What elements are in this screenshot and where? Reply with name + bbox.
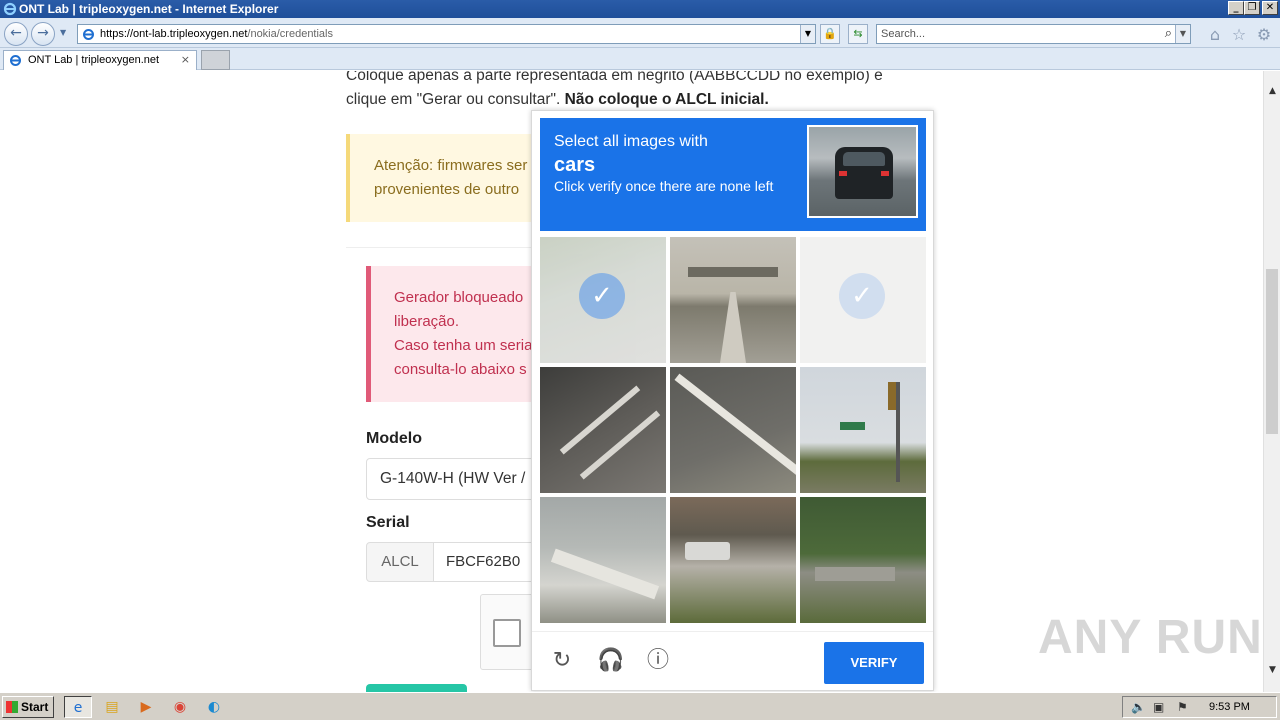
action-center-flag-icon[interactable]: ⚑	[1177, 697, 1188, 717]
captcha-target: cars	[554, 154, 596, 176]
start-label: Start	[21, 700, 49, 714]
minimize-button[interactable]: _	[1228, 1, 1244, 15]
search-dropdown-icon[interactable]: ▼	[1175, 25, 1190, 43]
anyrun-watermark: ANY RUN	[1038, 611, 1263, 664]
tab-bar: ONT Lab | tripleoxygen.net ×	[0, 48, 1280, 70]
verify-button[interactable]: VERIFY	[824, 642, 924, 684]
captcha-prompt: Select all images with	[554, 133, 708, 150]
search-icon[interactable]: ⌕	[1165, 25, 1172, 43]
volume-icon[interactable]: 🔈	[1131, 697, 1146, 717]
captcha-challenge: Select all images with cars Click verify…	[531, 110, 934, 691]
tab-ont-lab[interactable]: ONT Lab | tripleoxygen.net ×	[3, 50, 197, 70]
address-url: https://ont-lab.tripleoxygen.net/nokia/c…	[100, 28, 333, 40]
clock: 9:53 PM	[1209, 701, 1250, 713]
address-dropdown-icon[interactable]: ▼	[800, 25, 815, 43]
scroll-up-icon[interactable]: ▲	[1264, 83, 1280, 100]
forward-button[interactable]: →	[31, 22, 55, 46]
instruction-bold: Não coloque o ALCL inicial.	[564, 91, 769, 108]
navigation-bar: ← → ▼ https://ont-lab.tripleoxygen.net/n…	[0, 18, 1280, 48]
instruction-text: Coloque apenas a parte representada em n…	[346, 71, 906, 112]
address-bar[interactable]: https://ont-lab.tripleoxygen.net/nokia/c…	[77, 24, 816, 44]
info-icon[interactable]: ⓘ	[645, 648, 671, 674]
lock-icon[interactable]: 🔒	[820, 24, 840, 44]
back-button[interactable]: ←	[4, 22, 28, 46]
page-scrollbar[interactable]: ▲ ▼	[1263, 71, 1280, 692]
close-window-button[interactable]: ✕	[1262, 1, 1278, 15]
history-dropdown-icon[interactable]: ▼	[60, 28, 66, 37]
serial-prefix: ALCL	[366, 542, 434, 582]
restore-button[interactable]: ❐	[1244, 1, 1260, 15]
taskbar-ie-icon[interactable]: e	[64, 696, 92, 718]
serial-label: Serial	[366, 514, 410, 531]
windows-flag-icon	[6, 701, 18, 713]
taskbar-explorer-icon[interactable]: ▤	[98, 696, 126, 718]
captcha-tile-3[interactable]: ✓	[800, 237, 926, 363]
taskbar-chrome-icon[interactable]: ◉	[166, 696, 194, 718]
tab-close-icon[interactable]: ×	[181, 51, 190, 69]
captcha-tile-7[interactable]	[540, 497, 666, 623]
captcha-tile-2[interactable]	[670, 237, 796, 363]
start-button[interactable]: Start	[2, 696, 54, 718]
captcha-tile-9[interactable]	[800, 497, 926, 623]
tab-title: ONT Lab | tripleoxygen.net	[28, 54, 160, 66]
car-shape	[835, 147, 893, 199]
scroll-thumb[interactable]	[1266, 269, 1278, 434]
captcha-tile-4[interactable]	[540, 367, 666, 493]
captcha-footer: ↻ 🎧 ⓘ VERIFY	[532, 631, 933, 691]
settings-gear-icon[interactable]: ⚙	[1255, 26, 1273, 44]
captcha-checkbox[interactable]	[493, 619, 521, 647]
window-title: ONT Lab | tripleoxygen.net - Internet Ex…	[19, 2, 279, 16]
selected-check-icon: ✓	[579, 273, 625, 319]
new-tab-button[interactable]	[201, 50, 230, 70]
modelo-label: Modelo	[366, 430, 422, 447]
page-ie-icon	[83, 29, 94, 40]
scroll-down-icon[interactable]: ▼	[1264, 662, 1280, 679]
captcha-tile-5[interactable]	[670, 367, 796, 493]
audio-headphones-icon[interactable]: 🎧	[597, 648, 624, 674]
system-tray: 🔈 ▣ ⚑ 9:53 PM	[1122, 696, 1277, 718]
search-placeholder: Search...	[881, 28, 926, 40]
captcha-grid: ✓ ✓	[540, 237, 926, 623]
captcha-tile-1[interactable]: ✓	[540, 237, 666, 363]
favorites-star-icon[interactable]: ☆	[1230, 26, 1248, 44]
taskbar: Start e ▤ ▶ ◉ ◐ 🔈 ▣ ⚑ 9:53 PM	[0, 692, 1280, 720]
taskbar-edge-icon[interactable]: ◐	[200, 696, 228, 718]
search-input[interactable]: Search... ⌕ ▼	[876, 24, 1191, 44]
home-icon[interactable]: ⌂	[1206, 26, 1224, 44]
captcha-tile-8[interactable]	[670, 497, 796, 623]
compatibility-refresh-icon[interactable]: ⇆	[848, 24, 868, 44]
internet-explorer-icon	[3, 2, 17, 16]
network-icon[interactable]: ▣	[1153, 697, 1164, 717]
captcha-header: Select all images with cars Click verify…	[540, 118, 926, 231]
refresh-icon[interactable]: ↻	[549, 648, 575, 674]
captcha-sample-image	[807, 125, 918, 218]
captcha-tile-6[interactable]	[800, 367, 926, 493]
taskbar-media-player-icon[interactable]: ▶	[132, 696, 160, 718]
window-titlebar: ONT Lab | tripleoxygen.net - Internet Ex…	[0, 0, 1280, 18]
tab-ie-icon	[10, 55, 21, 66]
captcha-instruction: Click verify once there are none left	[554, 178, 774, 194]
selected-check-icon: ✓	[839, 273, 885, 319]
submit-button[interactable]	[366, 684, 467, 692]
